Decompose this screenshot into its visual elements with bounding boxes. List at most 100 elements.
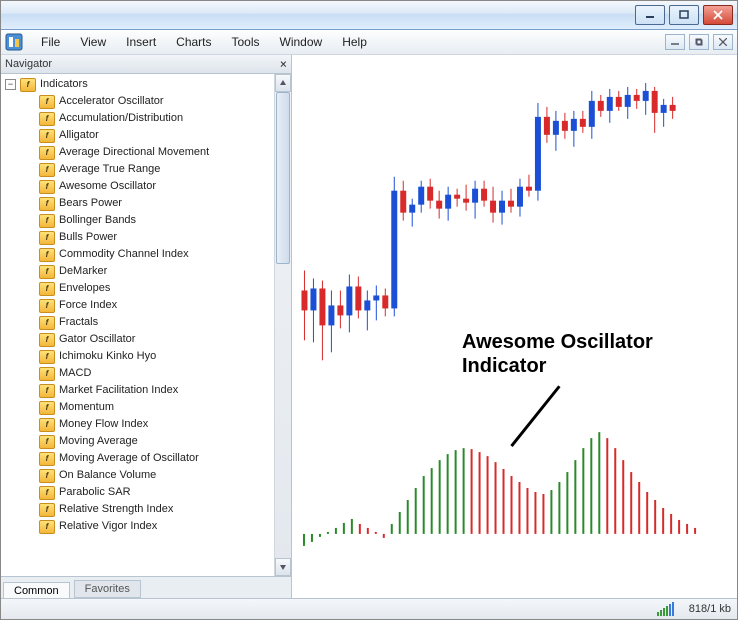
indicator-item[interactable]: fMoving Average [39,433,274,450]
mdi-restore-button[interactable] [689,34,709,50]
menu-insert[interactable]: Insert [116,33,166,51]
app-icon [5,33,23,51]
indicator-label: Relative Strength Index [59,501,173,518]
window-close-button[interactable] [703,5,733,25]
navigator-close-button[interactable]: × [280,57,287,71]
title-bar [1,1,737,30]
chart-area[interactable]: Awesome Oscillator Indicator [292,55,737,598]
indicator-label: Average True Range [59,161,160,178]
indicator-icon: f [39,180,55,194]
indicator-item[interactable]: fDeMarker [39,263,274,280]
indicator-icon: f [39,452,55,466]
navigator-title: Navigator [5,58,280,70]
indicator-icon: f [39,282,55,296]
navigator-body: −fIndicatorsfAccelerator OscillatorfAccu… [1,74,291,576]
indicator-item[interactable]: f Bulls Power [39,229,274,246]
indicator-label: Fractals [59,314,98,331]
indicator-tree[interactable]: −fIndicatorsfAccelerator OscillatorfAccu… [1,74,274,576]
indicator-label: On Balance Volume [59,467,156,484]
indicator-icon: f [39,469,55,483]
indicator-label: Awesome Oscillator [59,178,156,195]
indicator-item[interactable]: fGator Oscillator [39,331,274,348]
tab-favorites[interactable]: Favorites [74,580,141,598]
indicator-item[interactable]: fBollinger Bands [39,212,274,229]
indicator-item[interactable]: fAverage Directional Movement [39,144,274,161]
indicator-item[interactable]: f Ichimoku Kinko Hyo [39,348,274,365]
status-traffic: 818/1 kb [689,603,731,615]
indicator-item[interactable]: fAlligator [39,127,274,144]
indicator-item[interactable]: f On Balance Volume [39,467,274,484]
indicator-icon: f [39,384,55,398]
indicator-icon: f [39,299,55,313]
indicator-label: Momentum [59,399,114,416]
indicator-item[interactable]: f Money Flow Index [39,416,274,433]
scroll-thumb[interactable] [276,92,290,264]
indicator-icon: f [39,520,55,534]
indicator-icon: f [39,112,55,126]
scroll-up-button[interactable] [275,74,291,92]
navigator-header: Navigator × [1,55,291,74]
indicator-item[interactable]: f Envelopes [39,280,274,297]
application-window: File View Insert Charts Tools Window Hel… [0,0,738,620]
indicator-label: Envelopes [59,280,110,297]
menu-help[interactable]: Help [332,33,377,51]
indicator-icon: f [39,503,55,517]
indicator-item[interactable]: f Relative Strength Index [39,501,274,518]
indicator-item[interactable]: f Commodity Channel Index [39,246,274,263]
indicator-label: Bulls Power [59,229,117,246]
collapse-icon[interactable]: − [5,79,16,90]
indicator-item[interactable]: f Accumulation/Distribution [39,110,274,127]
indicator-icon: f [39,248,55,262]
indicator-item[interactable]: fMarket Facilitation Index [39,382,274,399]
connection-icon [657,602,677,616]
scroll-down-button[interactable] [275,558,291,576]
indicator-icon: f [39,316,55,330]
indicator-folder-icon: f [20,78,36,92]
indicator-icon: f [39,350,55,364]
window-maximize-button[interactable] [669,5,699,25]
workspace: Navigator × −fIndicatorsfAccelerator Osc… [1,55,737,598]
mdi-minimize-button[interactable] [665,34,685,50]
indicator-icon: f [39,197,55,211]
indicator-icon: f [39,231,55,245]
indicator-item[interactable]: fMomentum [39,399,274,416]
indicator-item[interactable]: f Awesome Oscillator [39,178,274,195]
indicator-label: Relative Vigor Index [59,518,157,535]
menu-tools[interactable]: Tools [222,33,270,51]
indicator-icon: f [39,418,55,432]
menu-charts[interactable]: Charts [166,33,221,51]
navigator-scrollbar[interactable] [274,74,291,576]
status-bar: 818/1 kb [1,598,737,619]
mdi-close-button[interactable] [713,34,733,50]
indicator-label: Accelerator Oscillator [59,93,164,110]
indicator-item[interactable]: f Parabolic SAR [39,484,274,501]
indicator-item[interactable]: f Fractals [39,314,274,331]
indicator-label: Average Directional Movement [59,144,209,161]
window-minimize-button[interactable] [635,5,665,25]
indicator-label: Moving Average of Oscillator [59,450,199,467]
indicator-item[interactable]: fMACD [39,365,274,382]
indicator-label: Moving Average [59,433,138,450]
indicator-label: Accumulation/Distribution [59,110,183,127]
indicator-item[interactable]: fAverage True Range [39,161,274,178]
menu-bar: File View Insert Charts Tools Window Hel… [1,30,737,55]
indicator-item[interactable]: f Moving Average of Oscillator [39,450,274,467]
indicator-icon: f [39,486,55,500]
indicator-label: Bears Power [59,195,122,212]
indicator-label: MACD [59,365,91,382]
indicator-item[interactable]: f Accelerator Oscillator [39,93,274,110]
menu-view[interactable]: View [70,33,116,51]
indicator-item[interactable]: f Bears Power [39,195,274,212]
indicator-item[interactable]: fForce Index [39,297,274,314]
indicator-label: Commodity Channel Index [59,246,189,263]
indicator-label: Money Flow Index [59,416,148,433]
indicator-icon: f [39,95,55,109]
indicator-item[interactable]: f Relative Vigor Index [39,518,274,535]
indicator-icon: f [39,333,55,347]
tab-common[interactable]: Common [3,582,70,598]
indicator-label: Ichimoku Kinko Hyo [59,348,156,365]
menu-file[interactable]: File [31,33,70,51]
menu-window[interactable]: Window [270,33,333,51]
indicator-label: Parabolic SAR [59,484,131,501]
indicator-icon: f [39,129,55,143]
